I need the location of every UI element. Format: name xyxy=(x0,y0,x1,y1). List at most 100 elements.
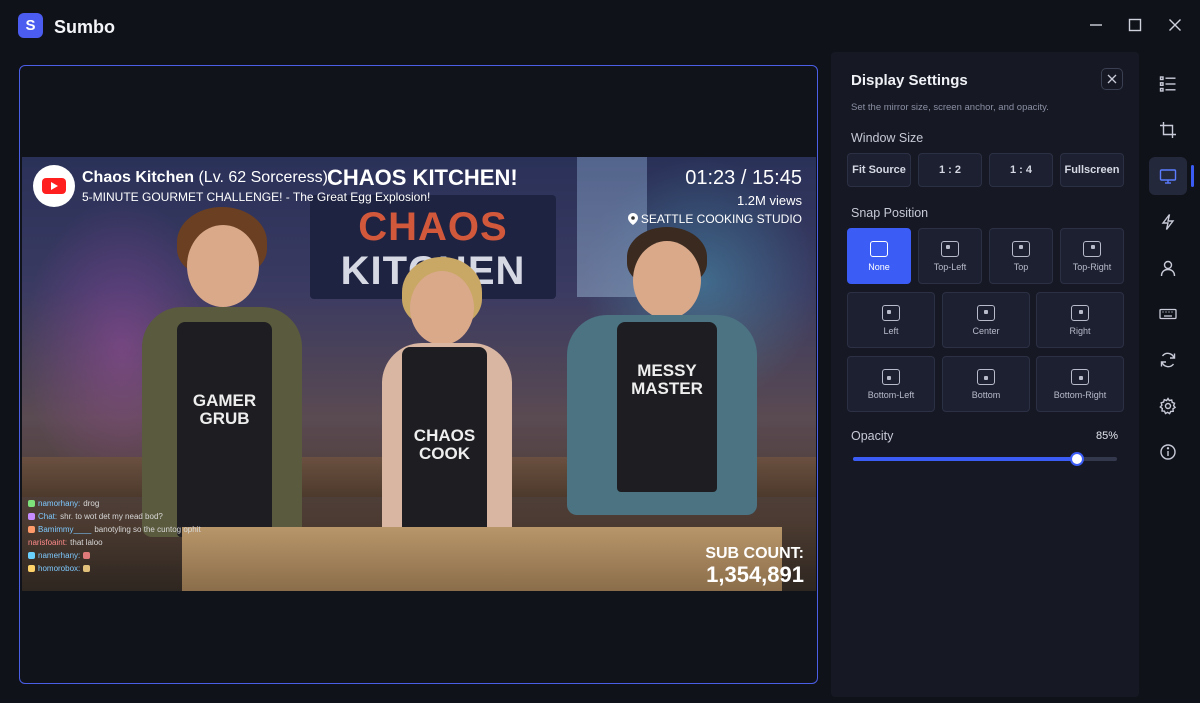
opacity-slider[interactable] xyxy=(853,452,1117,466)
chat-badge-icon xyxy=(28,500,35,507)
snap-bottom-button[interactable]: Bottom xyxy=(942,356,1030,412)
opacity-label: Opacity xyxy=(851,429,894,443)
panel-description: Set the mirror size, screen anchor, and … xyxy=(851,102,1049,113)
video-subtitle: 5-MINUTE GOURMET CHALLENGE! - The Great … xyxy=(82,190,431,204)
panel-title: Display Settings xyxy=(851,72,968,89)
rail-list-button[interactable] xyxy=(1149,65,1187,103)
snap-bottom-left-button[interactable]: Bottom-Left xyxy=(847,356,935,412)
rail-crop-button[interactable] xyxy=(1149,111,1187,149)
rail-sync-button[interactable] xyxy=(1149,341,1187,379)
youtube-icon xyxy=(33,165,75,207)
anchor-left-icon xyxy=(882,304,900,321)
info-icon xyxy=(1160,444,1176,460)
snap-label: Top xyxy=(1013,261,1029,272)
channel-name: Chaos Kitchen (Lv. 62 Sorceress) xyxy=(82,169,328,186)
opacity-value: 85% xyxy=(1096,430,1119,442)
chat-line: Chat: shr. to wot det my nead bod? xyxy=(28,510,228,523)
panel-close-button[interactable] xyxy=(1101,68,1123,90)
snap-label: Right xyxy=(1069,325,1091,336)
rail-info-button[interactable] xyxy=(1149,433,1187,471)
snap-label: Top-Right xyxy=(1072,261,1112,272)
snap-label: Bottom xyxy=(971,389,1001,400)
minimize-button[interactable] xyxy=(1083,12,1109,38)
maximize-button[interactable] xyxy=(1122,12,1148,38)
square-icon xyxy=(870,240,888,257)
snap-center-button[interactable]: Center xyxy=(942,292,1030,348)
rail-active-indicator xyxy=(1191,165,1194,187)
tool-rail xyxy=(1145,60,1194,480)
person-left: GAMER GRUB xyxy=(122,207,312,537)
rail-lightning-button[interactable] xyxy=(1149,203,1187,241)
app-title: Sumbo xyxy=(54,17,115,37)
app-logo: S xyxy=(18,13,43,38)
anchor-bottom-left-icon xyxy=(882,368,900,385)
anchor-top-icon xyxy=(1012,240,1030,257)
chat-line: homorobox: xyxy=(28,562,228,575)
snap-left-button[interactable]: Left xyxy=(847,292,935,348)
title-bar: S Sumbo xyxy=(0,0,1200,52)
mirror-preview[interactable]: CHAOS KITCHEN GAMER GRUB CHAOS COOK xyxy=(19,65,818,684)
chat-line: namerhany: xyxy=(28,549,228,562)
apron: CHAOS COOK xyxy=(402,347,487,537)
minimize-icon xyxy=(1090,24,1102,26)
keyboard-icon xyxy=(1159,308,1177,320)
face xyxy=(410,271,474,345)
chat-line: Bamimmy____ banotyling so the cuntog ophi… xyxy=(28,523,228,536)
anchor-right-icon xyxy=(1071,304,1089,321)
snap-label: None xyxy=(868,261,890,272)
snap-label: Bottom-Right xyxy=(1053,389,1107,400)
face xyxy=(633,241,701,319)
snap-label: Bottom-Left xyxy=(867,389,915,400)
snap-label: Top-Left xyxy=(933,261,967,272)
emote-icon xyxy=(83,552,91,559)
size-fullscreen-button[interactable]: Fullscreen xyxy=(1060,153,1124,187)
window-size-label: Window Size xyxy=(851,131,924,145)
chat-badge-icon xyxy=(28,526,35,533)
video-headline: CHAOS KITCHEN! xyxy=(327,165,518,190)
chat-badge-icon xyxy=(28,513,35,520)
snap-right-button[interactable]: Right xyxy=(1036,292,1124,348)
size-1-2-button[interactable]: 1 : 2 xyxy=(918,153,982,187)
apron-text: CHAOS COOK xyxy=(413,426,476,463)
close-button[interactable] xyxy=(1162,12,1188,38)
rail-display-button[interactable] xyxy=(1149,157,1187,195)
rail-settings-button[interactable] xyxy=(1149,387,1187,425)
snap-label: Left xyxy=(883,325,899,336)
snap-top-left-button[interactable]: Top-Left xyxy=(918,228,982,284)
snap-label: Center xyxy=(972,325,1000,336)
video-location: SEATTLE COOKING STUDIO xyxy=(627,212,802,226)
chat-badge-icon xyxy=(28,565,35,572)
opacity-slider-thumb[interactable] xyxy=(1070,452,1085,466)
sub-count: 1,354,891 xyxy=(706,562,804,587)
display-settings-panel: Display Settings Set the mirror size, sc… xyxy=(831,52,1139,697)
person-right: MESSY MASTER xyxy=(547,227,767,517)
person-middle: CHAOS COOK xyxy=(362,257,522,543)
rail-user-button[interactable] xyxy=(1149,249,1187,287)
size-1-4-button[interactable]: 1 : 4 xyxy=(989,153,1053,187)
chat-badge-icon xyxy=(28,552,35,559)
snap-position-label: Snap Position xyxy=(851,206,929,220)
close-icon xyxy=(1107,74,1117,84)
location-pin-icon xyxy=(627,213,638,225)
snap-bottom-right-button[interactable]: Bottom-Right xyxy=(1036,356,1124,412)
apron-text: GAMER GRUB xyxy=(192,391,257,428)
sign-line-1: CHAOS xyxy=(358,205,508,249)
anchor-bottom-icon xyxy=(977,368,995,385)
apron-text: MESSY MASTER xyxy=(631,361,703,398)
sub-count-label: SUB COUNT: xyxy=(705,545,804,562)
close-icon xyxy=(1169,19,1181,31)
stream-chat: namorhany: drog Chat: shr. to wot det my n… xyxy=(28,497,228,575)
kitchen-table xyxy=(182,527,782,591)
rail-keyboard-button[interactable] xyxy=(1149,295,1187,333)
sync-icon xyxy=(1160,352,1176,368)
snap-top-right-button[interactable]: Top-Right xyxy=(1060,228,1124,284)
opacity-slider-fill xyxy=(853,457,1078,461)
size-fit-source-button[interactable]: Fit Source xyxy=(847,153,911,187)
snap-top-button[interactable]: Top xyxy=(989,228,1053,284)
snap-none-button[interactable]: None xyxy=(847,228,911,284)
chat-line: narisfoaint: that laloo xyxy=(28,538,103,547)
video-views: 1.2M views xyxy=(736,193,802,208)
maximize-icon xyxy=(1128,18,1142,32)
emote-icon xyxy=(83,565,91,572)
video-time: 01:23 / 15:45 xyxy=(685,167,802,189)
